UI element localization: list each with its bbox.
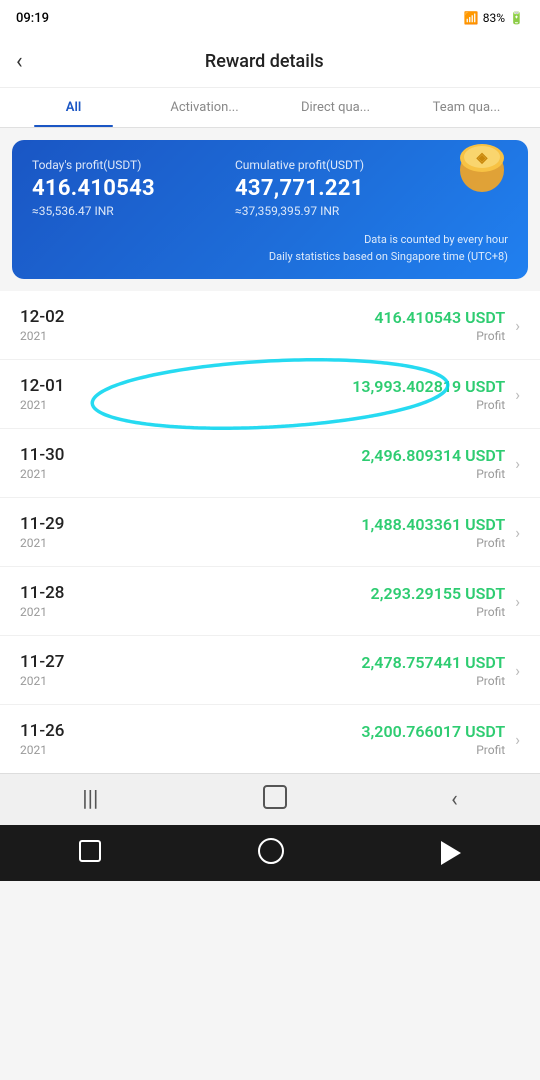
chevron-right-icon: › (515, 661, 520, 680)
tab-activation[interactable]: Activation... (139, 88, 270, 127)
transaction-date: 11-28 2021 (20, 583, 90, 619)
list-item[interactable]: 12-02 2021 416.410543 USDT Profit › (0, 291, 540, 360)
transaction-list: 12-02 2021 416.410543 USDT Profit › 12-0… (0, 291, 540, 773)
recent-system-button[interactable] (79, 840, 101, 866)
transaction-right: 13,993.402819 USDT Profit (90, 377, 515, 412)
today-inr: ≈35,536.47 INR (32, 204, 235, 218)
chevron-right-icon: › (515, 730, 520, 749)
tab-direct[interactable]: Direct qua... (270, 88, 401, 127)
battery-text: 83% (483, 11, 505, 25)
today-value: 416.410543 (32, 176, 235, 201)
tab-all[interactable]: All (8, 88, 139, 127)
transaction-right: 2,496.809314 USDT Profit (90, 446, 515, 481)
wifi-icon: 📶 (464, 11, 479, 25)
cumulative-value: 437,771.221 (235, 176, 438, 201)
transaction-date: 11-27 2021 (20, 652, 90, 688)
list-item[interactable]: 11-29 2021 1,488.403361 USDT Profit › (0, 498, 540, 567)
list-item[interactable]: 11-28 2021 2,293.29155 USDT Profit › (0, 567, 540, 636)
profit-note: Data is counted by every hour Daily stat… (32, 232, 508, 265)
status-right: 📶 83% 🔋 (464, 11, 524, 25)
list-item[interactable]: 11-30 2021 2,496.809314 USDT Profit › (0, 429, 540, 498)
profit-row: Today's profit(USDT) 416.410543 ≈35,536.… (32, 158, 508, 218)
status-time: 09:19 (16, 11, 49, 26)
transaction-date: 11-26 2021 (20, 721, 90, 757)
back-button[interactable]: ‹ (16, 49, 23, 74)
transaction-right: 3,200.766017 USDT Profit (90, 722, 515, 757)
back-system-button[interactable] (441, 841, 461, 865)
cumulative-label: Cumulative profit(USDT) (235, 158, 438, 172)
transaction-date: 12-01 2021 (20, 376, 90, 412)
cumulative-inr: ≈37,359,395.97 INR (235, 204, 438, 218)
transaction-date: 11-29 2021 (20, 514, 90, 550)
chevron-right-icon: › (515, 592, 520, 611)
svg-text:◈: ◈ (476, 150, 489, 166)
battery-icon: 🔋 (509, 11, 524, 25)
list-item[interactable]: 11-26 2021 3,200.766017 USDT Profit › (0, 705, 540, 773)
coin-icon: ◈ (450, 132, 514, 205)
tab-team[interactable]: Team qua... (401, 88, 532, 127)
tabs-bar: All Activation... Direct qua... Team qua… (0, 88, 540, 128)
transaction-date: 11-30 2021 (20, 445, 90, 481)
system-bar (0, 825, 540, 881)
transaction-right: 1,488.403361 USDT Profit (90, 515, 515, 550)
today-label: Today's profit(USDT) (32, 158, 235, 172)
navigation-bar: ||| ‹ (0, 773, 540, 825)
back-nav-button[interactable]: ‹ (451, 787, 458, 812)
status-bar: 09:19 📶 83% 🔋 (0, 0, 540, 36)
chevron-right-icon: › (515, 316, 520, 335)
recent-apps-button[interactable]: ||| (82, 787, 98, 812)
transaction-right: 2,478.757441 USDT Profit (90, 653, 515, 688)
chevron-right-icon: › (515, 385, 520, 404)
transaction-right: 416.410543 USDT Profit (90, 308, 515, 343)
chevron-right-icon: › (515, 454, 520, 473)
today-profit-col: Today's profit(USDT) 416.410543 ≈35,536.… (32, 158, 235, 218)
transaction-date: 12-02 2021 (20, 307, 90, 343)
profit-card: ◈ Today's profit(USDT) 416.410543 ≈35,53… (12, 140, 528, 279)
list-item[interactable]: 12-01 2021 13,993.402819 USDT Profit › (0, 360, 540, 429)
transaction-right: 2,293.29155 USDT Profit (90, 584, 515, 619)
list-item[interactable]: 11-27 2021 2,478.757441 USDT Profit › (0, 636, 540, 705)
chevron-right-icon: › (515, 523, 520, 542)
page-title: Reward details (35, 51, 494, 72)
home-system-button[interactable] (258, 838, 284, 868)
header: ‹ Reward details (0, 36, 540, 88)
home-button[interactable] (263, 785, 287, 815)
